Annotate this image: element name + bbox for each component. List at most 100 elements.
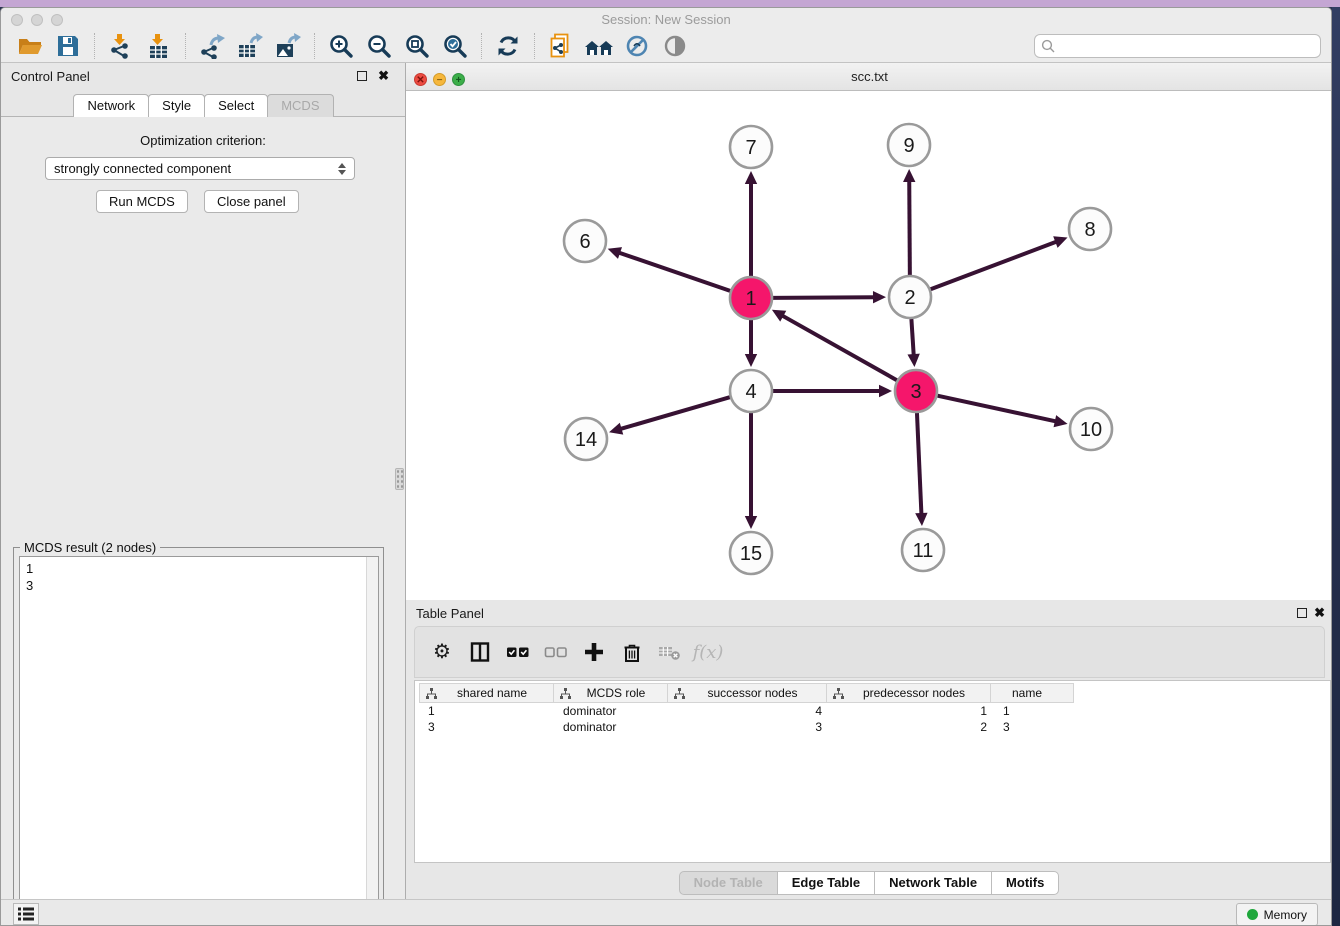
graph-edge-3-10[interactable] xyxy=(937,396,1056,422)
close-panel-icon[interactable]: ✖ xyxy=(378,68,389,84)
graph-edge-arrowhead xyxy=(745,171,757,184)
delete-table-icon[interactable] xyxy=(657,639,683,665)
export-image-icon[interactable] xyxy=(273,33,303,60)
table-cell[interactable]: 3 xyxy=(995,719,1079,735)
network-home-icon[interactable] xyxy=(584,33,614,60)
memory-button[interactable]: Memory xyxy=(1236,903,1318,926)
delete-row-icon[interactable] xyxy=(619,639,645,665)
desktop-background-top xyxy=(0,0,1340,7)
network-graph-canvas[interactable]: 7968124314101511 xyxy=(406,91,1332,593)
tab-style[interactable]: Style xyxy=(148,94,205,117)
zoom-fit-icon[interactable] xyxy=(402,33,432,60)
show-columns-icon[interactable] xyxy=(467,639,493,665)
column-header-predecessor-nodes[interactable]: predecessor nodes xyxy=(826,683,991,703)
graph-edge-arrowhead xyxy=(903,169,915,182)
task-history-button[interactable] xyxy=(13,903,39,925)
graph-edge-2-9[interactable] xyxy=(909,180,910,275)
toolbar-separator xyxy=(94,33,95,59)
tab-network[interactable]: Network xyxy=(73,94,149,117)
function-builder-icon[interactable]: f(x) xyxy=(695,639,721,665)
close-table-panel-icon[interactable]: ✖ xyxy=(1314,605,1325,621)
graph-edge-4-14[interactable] xyxy=(620,397,730,429)
show-details-icon[interactable] xyxy=(660,33,690,60)
mcds-result-textarea[interactable]: 1 3 xyxy=(19,556,379,922)
zoom-selected-icon[interactable] xyxy=(440,33,470,60)
graph-edge-arrowhead xyxy=(745,516,757,529)
column-header-name[interactable]: name xyxy=(990,683,1074,703)
deselect-all-checkboxes-icon[interactable] xyxy=(543,639,569,665)
column-header-successor-nodes[interactable]: successor nodes xyxy=(667,683,827,703)
graph-edge-1-2[interactable] xyxy=(773,297,875,298)
table-row[interactable]: 1dominator411 xyxy=(420,703,1079,719)
zoom-out-icon[interactable] xyxy=(364,33,394,60)
main-toolbar xyxy=(1,30,1331,63)
table-cell[interactable]: 1 xyxy=(420,703,555,719)
node-table[interactable]: shared nameMCDS rolesuccessor nodesprede… xyxy=(414,680,1331,863)
export-table-icon[interactable] xyxy=(235,33,265,60)
graph-edge-2-3[interactable] xyxy=(911,319,913,356)
close-panel-button[interactable]: Close panel xyxy=(204,190,299,213)
hide-details-icon[interactable] xyxy=(622,33,652,60)
float-panel-icon[interactable] xyxy=(357,71,367,81)
add-row-icon[interactable] xyxy=(581,639,607,665)
tab-motifs[interactable]: Motifs xyxy=(991,871,1059,895)
run-mcds-button[interactable]: Run MCDS xyxy=(96,190,188,213)
mcds-result-title: MCDS result (2 nodes) xyxy=(20,540,160,555)
table-settings-icon[interactable]: ⚙ xyxy=(429,639,455,665)
table-row[interactable]: 3dominator323 xyxy=(420,719,1079,735)
table-toolbar: ⚙ f(x) xyxy=(414,626,1325,678)
graph-node-label: 14 xyxy=(575,429,597,451)
import-table-icon[interactable] xyxy=(144,33,174,60)
refresh-icon[interactable] xyxy=(493,33,523,60)
graph-node-label: 2 xyxy=(904,287,915,309)
tab-select[interactable]: Select xyxy=(204,94,268,117)
table-cell[interactable]: dominator xyxy=(555,719,670,735)
network-window-titlebar: ✕−+ scc.txt xyxy=(406,63,1332,91)
save-icon[interactable] xyxy=(53,33,83,60)
share-document-icon[interactable] xyxy=(546,33,576,60)
graph-edge-3-1[interactable] xyxy=(781,315,896,380)
graph-edge-3-11[interactable] xyxy=(917,413,921,515)
graph-node-label: 8 xyxy=(1084,219,1095,241)
table-cell[interactable]: dominator xyxy=(555,703,670,719)
node-table-rows: 1dominator4113dominator323 xyxy=(420,703,1079,735)
toolbar-separator xyxy=(481,33,482,59)
search-input[interactable] xyxy=(1034,34,1321,58)
float-table-panel-icon[interactable] xyxy=(1297,608,1307,618)
table-cell[interactable]: 2 xyxy=(830,719,995,735)
open-folder-icon[interactable] xyxy=(15,33,45,60)
select-all-checkboxes-icon[interactable] xyxy=(505,639,531,665)
graph-edge-1-6[interactable] xyxy=(618,252,730,290)
table-cell[interactable]: 3 xyxy=(420,719,555,735)
import-network-icon[interactable] xyxy=(106,33,136,60)
scrollbar[interactable] xyxy=(366,557,378,921)
graph-node-label: 11 xyxy=(913,540,934,562)
desktop-background-right xyxy=(1332,7,1340,926)
search-icon xyxy=(1041,39,1055,58)
panel-splitter-handle[interactable] xyxy=(395,468,404,490)
application-window: Session: New Session xyxy=(0,7,1332,926)
tab-node-table[interactable]: Node Table xyxy=(679,871,778,895)
tab-mcds[interactable]: MCDS xyxy=(267,94,333,117)
status-bar: Memory xyxy=(1,899,1331,926)
dropdown-stepper-icon xyxy=(338,163,346,175)
tab-edge-table[interactable]: Edge Table xyxy=(777,871,875,895)
criterion-dropdown[interactable]: strongly connected component xyxy=(45,157,355,180)
table-cell[interactable]: 4 xyxy=(670,703,830,719)
table-cell[interactable]: 1 xyxy=(830,703,995,719)
zoom-in-icon[interactable] xyxy=(326,33,356,60)
graph-edge-arrowhead xyxy=(915,513,927,526)
graph-edge-arrowhead xyxy=(873,291,886,303)
graph-node-label: 1 xyxy=(745,288,756,310)
mcds-result-box: MCDS result (2 nodes) 1 3 xyxy=(13,547,384,926)
toolbar-separator xyxy=(534,33,535,59)
table-cell[interactable]: 1 xyxy=(995,703,1079,719)
graph-edge-2-8[interactable] xyxy=(931,241,1058,289)
table-cell[interactable]: 3 xyxy=(670,719,830,735)
column-header-shared-name[interactable]: shared name xyxy=(419,683,554,703)
optimization-criterion-label: Optimization criterion: xyxy=(1,133,405,148)
export-network-icon[interactable] xyxy=(197,33,227,60)
tab-network-table[interactable]: Network Table xyxy=(874,871,992,895)
column-header-MCDS-role[interactable]: MCDS role xyxy=(553,683,668,703)
graph-node-label: 9 xyxy=(903,135,914,157)
